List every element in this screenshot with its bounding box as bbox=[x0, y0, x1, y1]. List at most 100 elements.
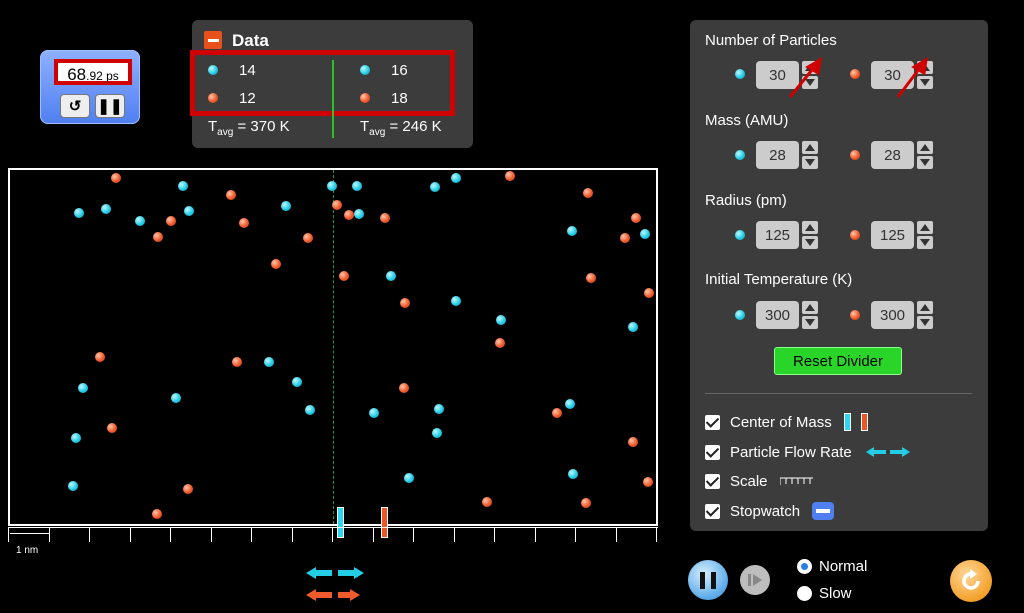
checkbox-checked-icon[interactable] bbox=[705, 414, 720, 430]
increment-button[interactable] bbox=[917, 221, 933, 234]
play-pause-button[interactable] bbox=[688, 560, 728, 600]
red-radius-spinner[interactable]: 125 bbox=[871, 221, 933, 249]
ruler-tick bbox=[89, 528, 90, 542]
cyan-particle bbox=[178, 181, 188, 191]
spinner-value[interactable]: 125 bbox=[871, 221, 914, 249]
decrement-button[interactable] bbox=[802, 316, 818, 329]
pause-icon: ❚❚ bbox=[97, 98, 123, 115]
spinner-value[interactable]: 28 bbox=[871, 141, 914, 169]
tavg-symbol: T bbox=[360, 118, 370, 135]
ruler-tick bbox=[615, 528, 617, 542]
increment-button[interactable] bbox=[917, 301, 933, 314]
panel-separator bbox=[705, 393, 972, 394]
red-particle bbox=[482, 497, 492, 507]
decrement-button[interactable] bbox=[917, 156, 933, 169]
scale-ruler bbox=[8, 527, 658, 542]
red-particle bbox=[107, 423, 117, 433]
checkbox-label: Scale bbox=[730, 472, 768, 490]
initial-temperature-label: Initial Temperature (K) bbox=[705, 271, 853, 288]
cyan-radius-spinner[interactable]: 125 bbox=[756, 221, 818, 249]
data-panel-title: Data bbox=[232, 31, 269, 50]
flow-rate-icon bbox=[865, 447, 910, 457]
cyan-particle bbox=[352, 181, 362, 191]
red-particle bbox=[586, 273, 596, 283]
speed-normal-radio[interactable]: Normal bbox=[797, 558, 867, 575]
decrement-button[interactable] bbox=[917, 316, 933, 329]
red-particle bbox=[153, 232, 163, 242]
cyan-particle bbox=[71, 433, 81, 443]
red-particle-icon bbox=[360, 93, 370, 103]
ruler-tick bbox=[413, 528, 414, 542]
step-forward-button[interactable] bbox=[740, 565, 770, 595]
red-particle bbox=[111, 173, 121, 183]
checkbox-checked-icon[interactable] bbox=[705, 503, 720, 519]
spinner-value[interactable]: 125 bbox=[756, 221, 799, 249]
red-particle bbox=[303, 233, 313, 243]
cyan-particle bbox=[74, 208, 84, 218]
ruler-tick bbox=[210, 528, 212, 542]
spinner-value[interactable]: 300 bbox=[756, 301, 799, 329]
spinner-value[interactable]: 28 bbox=[756, 141, 799, 169]
stopwatch-reset-button[interactable]: ↺ bbox=[60, 94, 90, 118]
red-temperature-spinner[interactable]: 300 bbox=[871, 301, 933, 329]
decrement-button[interactable] bbox=[802, 236, 818, 249]
cyan-particle bbox=[78, 383, 88, 393]
red-particle bbox=[332, 200, 342, 210]
stopwatch-pause-button[interactable]: ❚❚ bbox=[95, 94, 125, 118]
left-avg-temperature: Tavg = 370 K bbox=[208, 118, 290, 138]
increment-button[interactable] bbox=[917, 141, 933, 154]
cyan-particle bbox=[451, 296, 461, 306]
spinner-value[interactable]: 300 bbox=[871, 301, 914, 329]
ruler-tick bbox=[372, 528, 374, 542]
collapse-data-button[interactable] bbox=[204, 31, 222, 49]
increment-button[interactable] bbox=[802, 301, 818, 314]
cyan-temperature-spinner[interactable]: 300 bbox=[756, 301, 818, 329]
cyan-particle bbox=[640, 229, 650, 239]
red-particle bbox=[95, 352, 105, 362]
checkbox-checked-icon[interactable] bbox=[705, 444, 720, 460]
red-particle bbox=[643, 477, 653, 487]
speed-slow-radio[interactable]: Slow bbox=[797, 585, 852, 602]
left-cyan-count: 14 bbox=[239, 62, 256, 79]
cyan-com-icon bbox=[843, 413, 851, 431]
red-particle bbox=[183, 484, 193, 494]
divider-line[interactable] bbox=[333, 170, 334, 524]
decrement-button[interactable] bbox=[802, 156, 818, 169]
radio-label: Slow bbox=[819, 585, 852, 602]
scale-bar bbox=[10, 533, 50, 534]
ruler-tick bbox=[575, 528, 576, 542]
radio-selected-icon[interactable] bbox=[797, 559, 812, 574]
cyan-particle bbox=[567, 226, 577, 236]
red-particle bbox=[344, 210, 354, 220]
ruler-tick bbox=[453, 528, 455, 542]
stopwatch-time-major: 68 bbox=[67, 65, 87, 84]
reset-divider-button[interactable]: Reset Divider bbox=[774, 347, 902, 375]
pause-icon-bar bbox=[711, 571, 716, 589]
particle-flow-rate-checkbox[interactable]: Particle Flow Rate bbox=[705, 442, 910, 462]
data-panel: Data 14 12 16 18 Tavg = 370 K Tavg = 246… bbox=[190, 20, 473, 148]
cyan-particle bbox=[135, 216, 145, 226]
cyan-particle bbox=[292, 377, 302, 387]
cyan-particle bbox=[565, 399, 575, 409]
reset-all-button[interactable] bbox=[950, 560, 992, 602]
decrement-button[interactable] bbox=[917, 236, 933, 249]
red-particle-icon bbox=[850, 230, 860, 240]
checkbox-checked-icon[interactable] bbox=[705, 473, 720, 489]
red-particle bbox=[239, 218, 249, 228]
increment-button[interactable] bbox=[802, 141, 818, 154]
red-mass-spinner[interactable]: 28 bbox=[871, 141, 933, 169]
right-avg-temperature: Tavg = 246 K bbox=[360, 118, 442, 138]
cyan-particle bbox=[434, 404, 444, 414]
red-particle bbox=[505, 171, 515, 181]
cyan-mass-spinner[interactable]: 28 bbox=[756, 141, 818, 169]
cyan-particle bbox=[451, 173, 461, 183]
red-particle bbox=[166, 216, 176, 226]
right-red-count: 18 bbox=[391, 90, 408, 107]
center-of-mass-checkbox[interactable]: Center of Mass bbox=[705, 412, 868, 432]
mass-label: Mass (AMU) bbox=[705, 112, 789, 129]
scale-checkbox[interactable]: Scale bbox=[705, 471, 814, 491]
stopwatch-checkbox[interactable]: Stopwatch bbox=[705, 501, 835, 521]
increment-button[interactable] bbox=[802, 221, 818, 234]
radio-unselected-icon[interactable] bbox=[797, 586, 812, 601]
red-com-icon bbox=[860, 413, 868, 431]
